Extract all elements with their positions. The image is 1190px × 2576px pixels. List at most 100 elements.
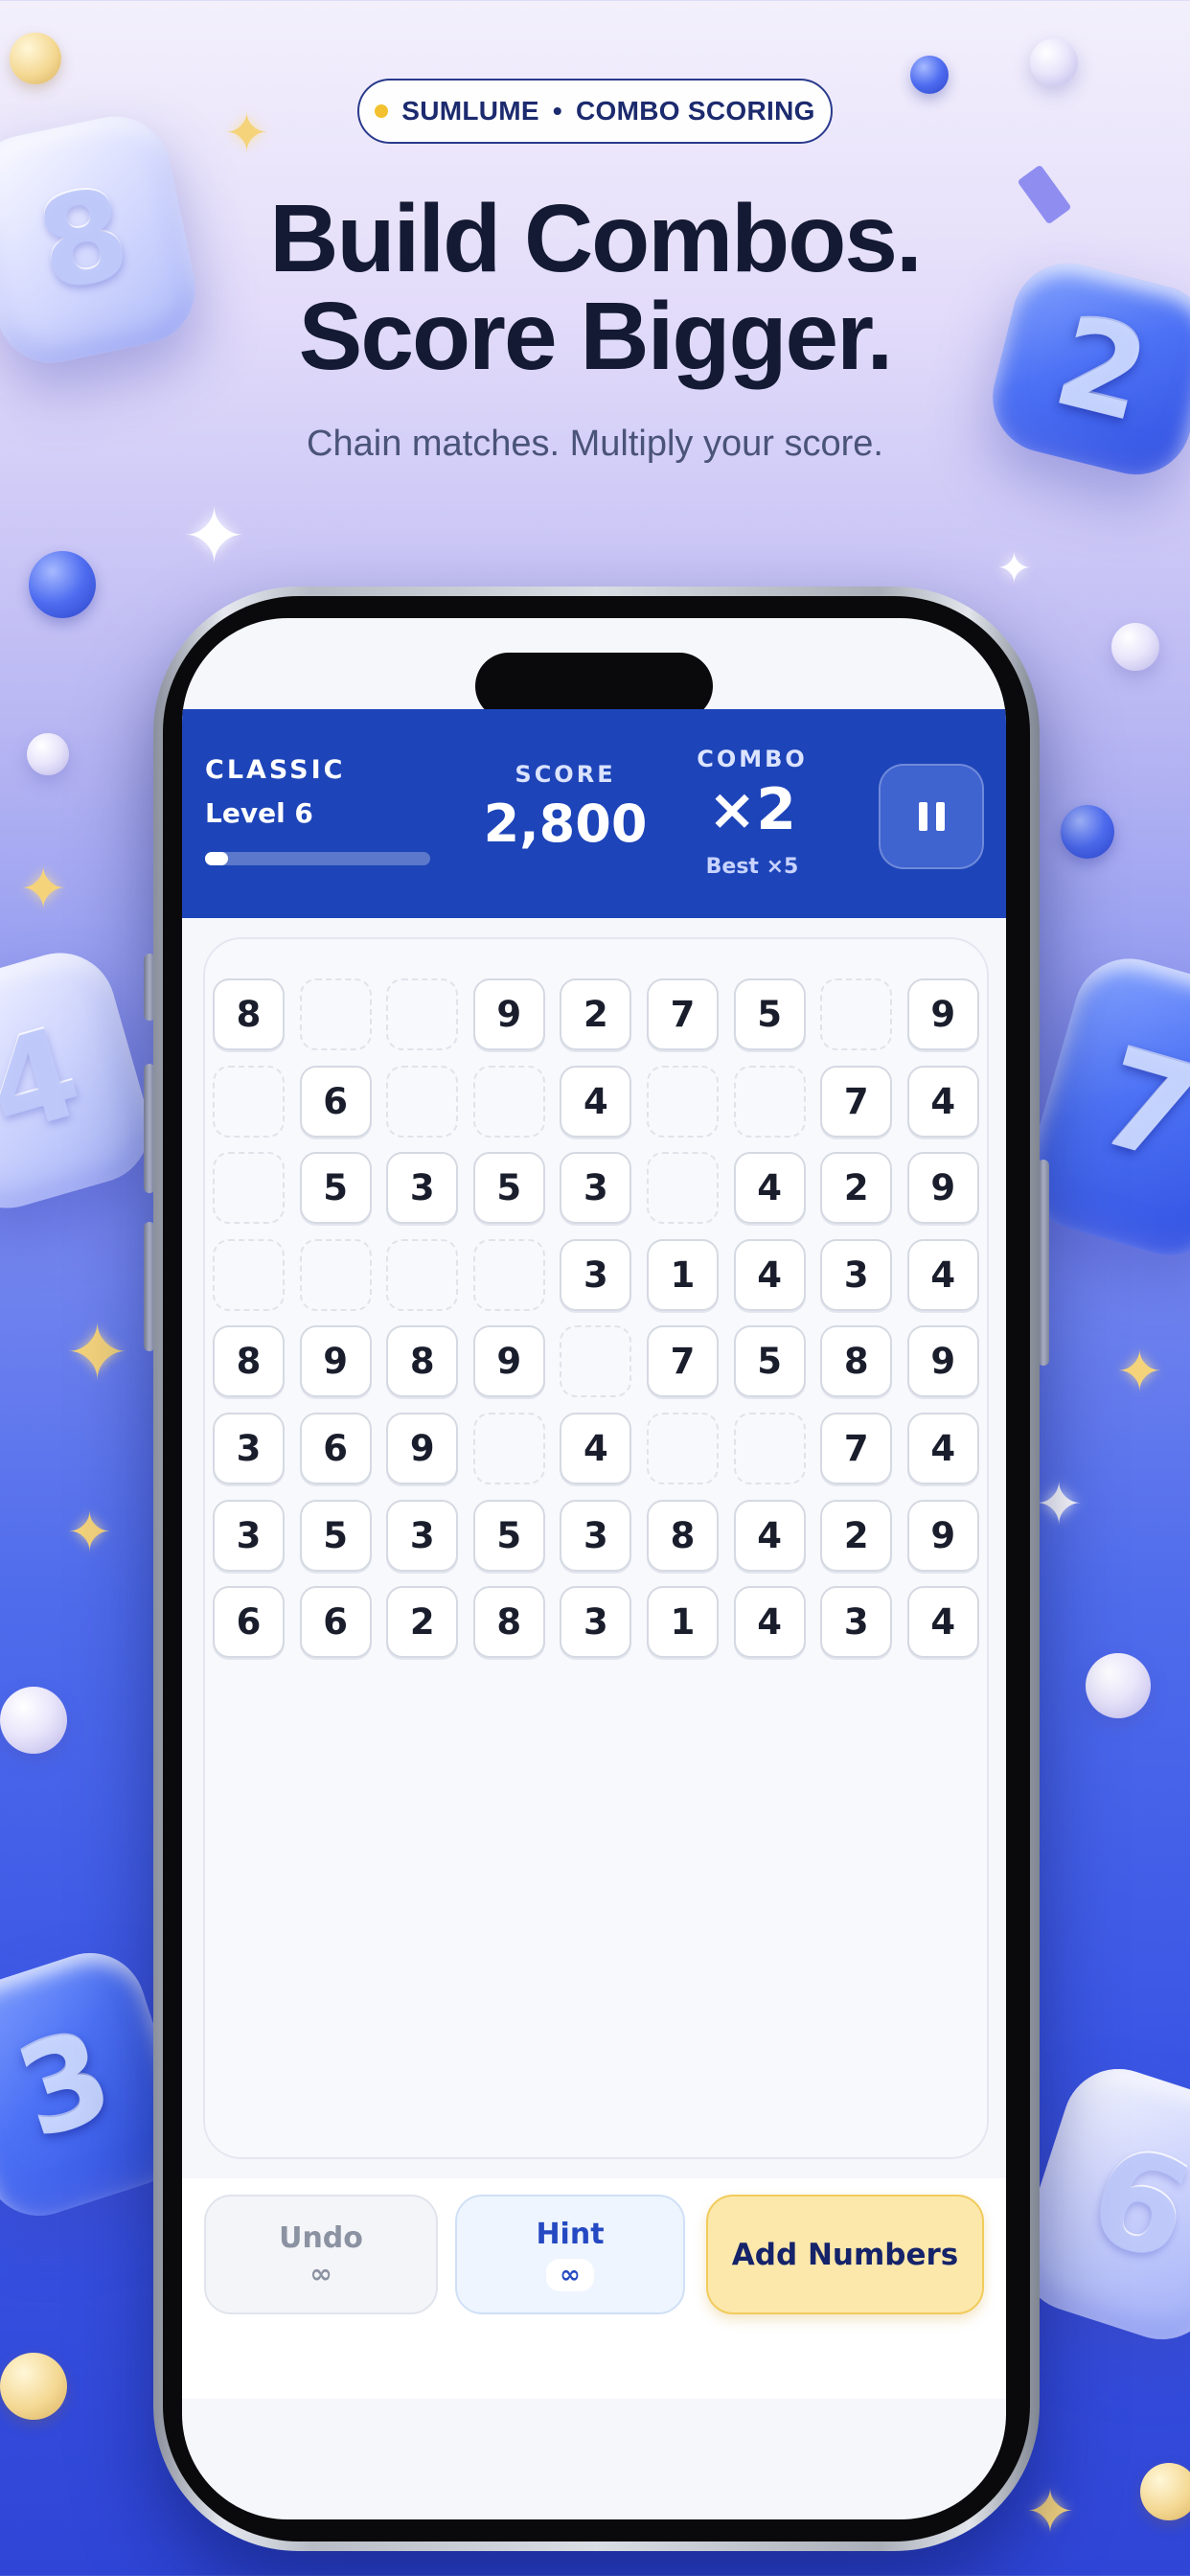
sparkle-decor: ✦ <box>19 856 68 923</box>
number-tile[interactable]: 4 <box>733 1499 806 1572</box>
number-tile[interactable]: 3 <box>820 1586 893 1659</box>
level-progress-bar <box>205 852 430 865</box>
empty-cell <box>299 978 372 1050</box>
headline: Build Combos. Score Bigger. <box>0 190 1190 385</box>
number-tile[interactable]: 1 <box>647 1586 719 1659</box>
empty-cell <box>647 1152 719 1225</box>
number-tile[interactable]: 6 <box>299 1065 372 1138</box>
number-tile[interactable]: 3 <box>386 1499 459 1572</box>
orb-decor <box>1061 805 1114 859</box>
number-tile[interactable]: 3 <box>560 1152 632 1225</box>
pause-button[interactable] <box>879 764 984 869</box>
empty-cell <box>820 978 893 1050</box>
number-tile[interactable]: 4 <box>560 1065 632 1138</box>
sparkle-decor: ✦ <box>1116 1339 1163 1404</box>
orb-decor <box>1111 623 1159 671</box>
number-tile[interactable]: 6 <box>299 1586 372 1659</box>
orb-decor <box>0 2353 67 2420</box>
number-tile[interactable]: 9 <box>472 1325 545 1398</box>
number-tile[interactable]: 2 <box>560 978 632 1050</box>
score-label: SCORE <box>515 761 616 788</box>
number-tile[interactable]: 2 <box>386 1586 459 1659</box>
hint-button[interactable]: Hint ∞ <box>455 2195 685 2314</box>
number-tile[interactable]: 4 <box>733 1152 806 1225</box>
sparkle-decor: ✦ <box>1035 1471 1084 1538</box>
number-tile[interactable]: 9 <box>906 978 979 1050</box>
number-tile[interactable]: 7 <box>820 1413 893 1484</box>
pill-separator: • <box>552 96 563 126</box>
number-tile[interactable]: 9 <box>906 1152 979 1225</box>
number-tile[interactable]: 5 <box>472 1152 545 1225</box>
number-tile[interactable]: 4 <box>560 1413 632 1484</box>
number-tile[interactable]: 3 <box>560 1238 632 1311</box>
add-numbers-button[interactable]: Add Numbers <box>706 2195 984 2314</box>
number-tile[interactable]: 7 <box>647 978 719 1050</box>
combo-best: Best ×5 <box>705 855 799 879</box>
number-tile[interactable]: 8 <box>213 1325 285 1398</box>
empty-cell <box>386 978 459 1050</box>
number-tile[interactable]: 8 <box>820 1325 893 1398</box>
empty-cell <box>647 1065 719 1138</box>
number-tile[interactable]: 8 <box>386 1325 459 1398</box>
number-tile[interactable]: 4 <box>906 1238 979 1311</box>
number-tile[interactable]: 5 <box>733 978 806 1050</box>
orb-decor <box>27 733 69 775</box>
sparkle-decor: ✦ <box>65 1308 130 1397</box>
number-cube-decor: 4 <box>0 939 163 1222</box>
number-tile[interactable]: 9 <box>906 1499 979 1572</box>
number-tile[interactable]: 6 <box>299 1413 372 1484</box>
number-tile[interactable]: 8 <box>647 1499 719 1572</box>
number-tile[interactable]: 3 <box>386 1152 459 1225</box>
number-tile[interactable]: 3 <box>213 1413 285 1484</box>
sparkle-decor: ✦ <box>1025 2476 1075 2546</box>
orb-decor <box>1140 2463 1190 2520</box>
headline-line-2: Score Bigger. <box>298 283 894 390</box>
number-tile[interactable]: 9 <box>906 1325 979 1398</box>
empty-cell <box>472 1238 545 1311</box>
subheadline: Chain matches. Multiply your score. <box>307 424 883 464</box>
empty-cell <box>213 1065 285 1138</box>
undo-button[interactable]: Undo ∞ <box>204 2195 438 2314</box>
orb-decor <box>1086 1653 1151 1718</box>
number-tile[interactable]: 6 <box>213 1586 285 1659</box>
number-tile[interactable]: 4 <box>906 1586 979 1659</box>
number-tile[interactable]: 3 <box>820 1238 893 1311</box>
game-board: 8927596474535342931434898975893694743535… <box>203 937 989 2159</box>
sparkle-decor: ✦ <box>182 492 247 581</box>
number-tile[interactable]: 7 <box>647 1325 719 1398</box>
number-tile[interactable]: 2 <box>820 1152 893 1225</box>
number-tile[interactable]: 1 <box>647 1238 719 1311</box>
orb-decor <box>10 33 61 84</box>
number-tile[interactable]: 5 <box>733 1325 806 1398</box>
empty-cell <box>647 1413 719 1484</box>
number-tile[interactable]: 8 <box>472 1586 545 1659</box>
action-bar: Undo ∞ Hint ∞ Add Numbers <box>182 2178 1006 2399</box>
number-tile[interactable]: 9 <box>299 1325 372 1398</box>
number-tile[interactable]: 3 <box>560 1586 632 1659</box>
headline-line-1: Build Combos. <box>269 185 923 292</box>
empty-cell <box>386 1238 459 1311</box>
number-tile[interactable]: 8 <box>213 978 285 1050</box>
number-tile[interactable]: 4 <box>906 1413 979 1484</box>
number-tile[interactable]: 2 <box>820 1499 893 1572</box>
number-tile[interactable]: 9 <box>386 1413 459 1484</box>
combo-multiplier: ×2 <box>707 776 797 843</box>
number-tile[interactable]: 3 <box>213 1499 285 1572</box>
hint-label: Hint <box>536 2218 605 2251</box>
number-tile[interactable]: 4 <box>906 1065 979 1138</box>
brand-pill: SUMLUME • COMBO SCORING <box>357 79 833 144</box>
number-tile[interactable]: 5 <box>299 1152 372 1225</box>
orb-decor <box>0 1687 67 1754</box>
brand-tag: COMBO SCORING <box>576 96 815 126</box>
number-tile[interactable]: 7 <box>820 1065 893 1138</box>
number-tile[interactable]: 4 <box>733 1586 806 1659</box>
number-tile[interactable]: 9 <box>472 978 545 1050</box>
number-tile[interactable]: 5 <box>299 1499 372 1572</box>
empty-cell <box>560 1325 632 1398</box>
empty-cell <box>213 1152 285 1225</box>
hint-count: ∞ <box>546 2259 594 2291</box>
add-numbers-label: Add Numbers <box>731 2237 959 2272</box>
number-tile[interactable]: 3 <box>560 1499 632 1572</box>
number-tile[interactable]: 4 <box>733 1238 806 1311</box>
number-tile[interactable]: 5 <box>472 1499 545 1572</box>
